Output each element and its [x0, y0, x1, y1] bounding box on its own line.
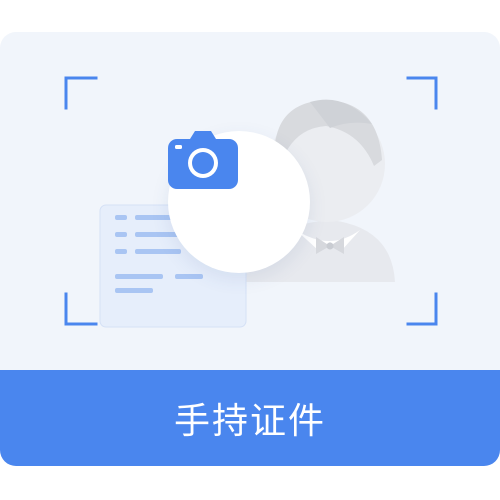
upload-card[interactable]: 手持证件	[0, 32, 500, 466]
capture-area	[0, 32, 500, 370]
camera-button[interactable]	[168, 131, 310, 273]
viewfinder-corner-bottom-right	[406, 292, 438, 326]
viewfinder-corner-bottom-left	[64, 292, 98, 326]
upload-label: 手持证件	[173, 401, 326, 442]
viewfinder-corner-top-right	[406, 76, 438, 110]
camera-icon	[168, 131, 238, 189]
upload-label-bar[interactable]: 手持证件	[0, 370, 500, 466]
viewfinder-corner-top-left	[64, 76, 98, 110]
